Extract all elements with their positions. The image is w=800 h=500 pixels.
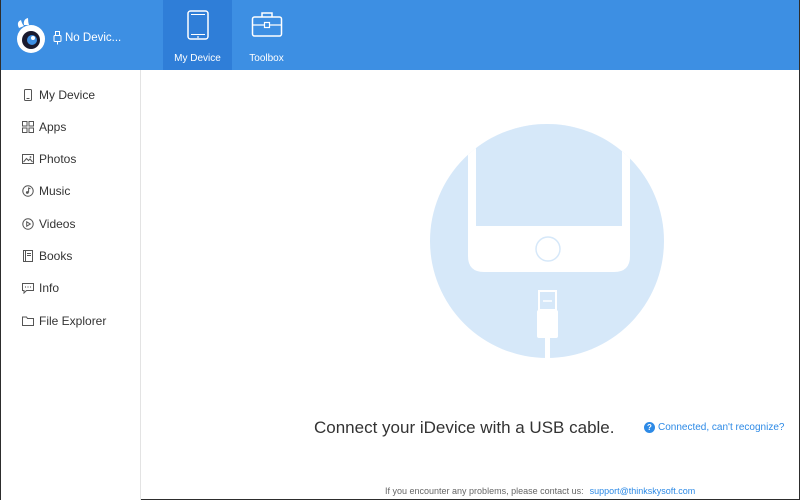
device-status-text: No Devic... (65, 32, 122, 44)
sidebar-item-videos[interactable]: Videos (1, 210, 140, 238)
sidebar-item-label: My Device (39, 88, 96, 102)
tab-my-device[interactable]: My Device (163, 0, 232, 70)
sidebar-item-music[interactable]: Music (1, 177, 140, 205)
header-bar: No Devic... My Device Toolbox (1, 0, 799, 70)
photo-icon (22, 153, 34, 165)
sidebar-item-books[interactable]: Books (1, 242, 140, 270)
main-panel: Connect your iDevice with a USB cable. ?… (142, 70, 799, 500)
sidebar-item-my-device[interactable]: My Device (1, 81, 140, 109)
tab-toolbox[interactable]: Toolbox (232, 0, 301, 70)
music-icon (22, 185, 34, 197)
folder-icon (22, 315, 34, 327)
tab-my-device-label: My Device (174, 53, 221, 64)
tab-toolbox-label: Toolbox (249, 53, 284, 64)
sidebar-item-label: Apps (39, 120, 67, 134)
apps-grid-icon (22, 121, 34, 133)
app-logo-icon (17, 18, 45, 53)
connect-message: Connect your iDevice with a USB cable. (314, 418, 615, 437)
chat-icon (22, 282, 34, 294)
app-window: No Devic... My Device Toolbox My Device … (0, 0, 800, 500)
help-question-icon: ? (644, 422, 655, 433)
sidebar-item-apps[interactable]: Apps (1, 113, 140, 141)
footer-text: If you encounter any problems, please co… (385, 486, 584, 496)
usb-icon (53, 31, 62, 45)
book-icon (22, 250, 34, 262)
sidebar-item-label: Info (39, 281, 60, 295)
video-icon (22, 218, 34, 230)
phone-icon (22, 89, 34, 101)
sidebar-item-file-explorer[interactable]: File Explorer (1, 307, 140, 335)
sidebar-item-label: Books (39, 249, 73, 263)
help-link-text: Connected, can't recognize? (658, 422, 785, 433)
connect-device-illustration (430, 124, 664, 358)
sidebar: My Device Apps Photos Music Videos Books… (1, 70, 141, 500)
sidebar-item-photos[interactable]: Photos (1, 145, 140, 173)
tablet-icon (186, 10, 209, 40)
support-email-link[interactable]: support@thinkskysoft.com (590, 486, 696, 496)
sidebar-item-info[interactable]: Info (1, 274, 140, 302)
help-link[interactable]: ? Connected, can't recognize? (644, 422, 784, 433)
sidebar-item-label: Photos (39, 152, 77, 166)
device-status: No Devic... (53, 31, 121, 45)
footer-contact: If you encounter any problems, please co… (385, 486, 695, 496)
sidebar-item-label: File Explorer (39, 314, 107, 328)
toolbox-icon (251, 12, 282, 37)
sidebar-item-label: Music (39, 184, 71, 198)
sidebar-item-label: Videos (39, 217, 76, 231)
